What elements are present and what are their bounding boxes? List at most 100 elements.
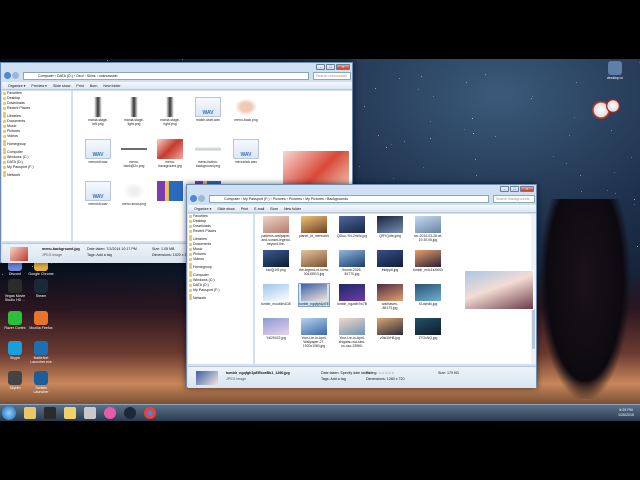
file-item[interactable]: menuclick.wav bbox=[231, 139, 261, 164]
image-file-item[interactable]: wallhaven-88173.jpg bbox=[375, 284, 405, 310]
taskbar-steam-icon[interactable] bbox=[124, 407, 136, 419]
selected-date[interactable]: Date taken: Specify date taken bbox=[321, 371, 370, 376]
desktop-shortcut[interactable]: Skyrim bbox=[2, 371, 28, 390]
desktop-shortcut[interactable]: Razer Cortex bbox=[2, 311, 28, 330]
toolbar-item[interactable]: E-mail bbox=[254, 207, 264, 211]
toolbar-item[interactable]: Print bbox=[241, 207, 248, 211]
toolbar-item[interactable]: New folder bbox=[284, 207, 301, 211]
image-thumbnail bbox=[263, 250, 289, 267]
toolbar-item[interactable]: Preview ▾ bbox=[31, 84, 47, 88]
toolbar-item[interactable]: Organize ▾ bbox=[194, 207, 211, 211]
file-item[interactable]: menu-back.png bbox=[231, 97, 261, 122]
image-file-item[interactable]: Z7GxNQ.jpg bbox=[413, 318, 443, 340]
selected-tags[interactable]: Tags: Add a tag bbox=[87, 253, 112, 258]
file-item[interactable]: menu-back@2x.png bbox=[119, 139, 149, 168]
toolbar-item[interactable]: Burn bbox=[270, 207, 278, 211]
nav-item[interactable]: Network bbox=[188, 296, 253, 301]
file-item[interactable]: menu-snow.png bbox=[119, 181, 149, 206]
shortcut-label: Mozilla Firefox bbox=[29, 326, 53, 330]
image-file-item[interactable]: thkfpp6.jpg bbox=[375, 250, 405, 272]
back-button[interactable] bbox=[4, 72, 11, 79]
file-item[interactable]: mania-stage-left.png bbox=[83, 97, 113, 126]
image-file-item[interactable]: Your-Lie-in-April-shigatsu-wa-kimi-no-us… bbox=[337, 318, 367, 348]
image-file-item[interactable]: scr-2014-03-28-at-19.30.05.jpg bbox=[413, 216, 443, 242]
toolbar-item[interactable]: Slide show bbox=[217, 207, 234, 211]
image-file-item[interactable]: tumblr_ngzafb7w7BZRhbeMbO1_1280.jpg bbox=[337, 284, 367, 306]
forward-button[interactable] bbox=[12, 72, 19, 79]
file-name: menu-button-background.png bbox=[195, 160, 221, 168]
file-item[interactable]: menuhit.wav bbox=[83, 139, 113, 164]
image-file-item[interactable]: z0st1hH8.jpg bbox=[375, 318, 405, 340]
file-item[interactable]: mania-stage-right.png bbox=[155, 97, 185, 126]
address-bar[interactable]: Computer › My Passport (F:) › Pictures ›… bbox=[209, 195, 489, 203]
desktop-shortcut[interactable]: Vegas Movie Studio HD ... bbox=[2, 279, 28, 302]
scrollbar-thumb[interactable] bbox=[532, 309, 535, 349]
desktop-shortcut[interactable]: desktop.ix bbox=[602, 61, 628, 80]
taskbar-app-icon[interactable] bbox=[104, 407, 116, 419]
image-file-item[interactable]: X1dph4ii.jpg bbox=[413, 284, 443, 306]
image-file-item[interactable]: QDuo-YN-2nWz.jpg bbox=[337, 216, 367, 238]
desktop-shortcut[interactable]: BattleNet Launcher.exe bbox=[28, 341, 54, 364]
image-file-item[interactable]: tacQj1r9.png bbox=[261, 250, 291, 272]
gadget-circles[interactable] bbox=[592, 99, 622, 123]
file-item[interactable]: mania-stage-light.png bbox=[119, 97, 149, 126]
navigation-pane[interactable]: Favorites Desktop Downloads Recent Places Li… bbox=[2, 91, 72, 241]
minimize-button[interactable]: - bbox=[316, 64, 325, 70]
maximize-button[interactable]: □ bbox=[326, 64, 335, 70]
image-thumbnail bbox=[339, 216, 365, 233]
selected-tags[interactable]: Tags: Add a tag bbox=[321, 377, 346, 382]
taskbar-tool-icon[interactable] bbox=[84, 407, 96, 419]
toolbar-item[interactable]: Organize ▾ bbox=[8, 84, 25, 88]
close-button[interactable]: × bbox=[520, 186, 534, 192]
start-button[interactable] bbox=[2, 406, 16, 420]
toolbar-item[interactable]: New folder bbox=[103, 84, 120, 88]
file-item[interactable] bbox=[155, 181, 185, 202]
taskbar-explorer-icon[interactable] bbox=[24, 407, 36, 419]
back-button[interactable] bbox=[190, 195, 197, 202]
image-file-item[interactable]: tumblr_ngqfgh1pEEkoeBb1_1280.jpg bbox=[298, 283, 330, 307]
image-file-item[interactable]: planet_of_memories_by_ben_andrew_d4dr5.j… bbox=[299, 216, 329, 238]
shortcut-label: Google Chrome bbox=[28, 272, 54, 276]
image-file-item[interactable]: Ydi29422.jpg bbox=[261, 318, 291, 340]
search-input[interactable]: Search unknowskin bbox=[313, 72, 351, 80]
star bbox=[430, 137, 432, 139]
image-file-item[interactable]: Your-Lie-in-April-Wallpaper-27-1920x1080… bbox=[299, 318, 329, 348]
minimize-button[interactable]: - bbox=[500, 186, 509, 192]
image-file-item[interactable]: the-legend-of-korra-00415913.jpg bbox=[299, 250, 329, 276]
close-button[interactable]: × bbox=[336, 64, 350, 70]
toolbar-item[interactable]: Burn bbox=[90, 84, 98, 88]
taskbar-chrome-icon[interactable] bbox=[144, 407, 156, 419]
desktop-shortcut[interactable]: Mozilla Firefox bbox=[28, 311, 54, 330]
search-input[interactable]: Search Backgrounds bbox=[493, 195, 535, 203]
image-thumbnail bbox=[415, 216, 441, 233]
image-file-item[interactable]: QRYQ4fe.jpeg bbox=[375, 216, 405, 238]
file-item[interactable]: menuhit.wav bbox=[83, 181, 113, 206]
navigation-pane[interactable]: Favorites Desktop Downloads Recent Places Li… bbox=[188, 214, 254, 364]
file-item[interactable]: match-start.wav bbox=[193, 97, 223, 122]
star bbox=[422, 167, 424, 169]
file-name: menuhit.wav bbox=[88, 202, 108, 206]
toolbar-item[interactable]: Print bbox=[76, 84, 83, 88]
address-bar[interactable]: Computer › DATA (D:) › Osu! › Skins › un… bbox=[23, 72, 309, 80]
nav-item[interactable]: Network bbox=[2, 173, 71, 178]
star bbox=[611, 130, 613, 132]
taskbar-terminal-icon[interactable] bbox=[44, 407, 56, 419]
image-file-item[interactable]: thumb-2026-84770.jpg bbox=[337, 250, 367, 276]
desktop-shortcut[interactable]: Steam bbox=[28, 279, 54, 298]
desktop-shortcut[interactable]: Skype bbox=[2, 341, 28, 360]
maximize-button[interactable]: □ bbox=[510, 186, 519, 192]
file-item[interactable]: menu-button-background.png bbox=[193, 139, 223, 168]
file-item[interactable]: menu-background.jpg bbox=[155, 139, 185, 168]
star bbox=[633, 203, 635, 205]
toolbar-item[interactable]: Slide show bbox=[53, 84, 70, 88]
image-file-item[interactable]: tumblr_muu6bh1DEkhoeBb1_1280.png bbox=[261, 284, 291, 306]
image-file-item[interactable]: tumblr_m4c1s2lt0Odeu8bv1_1280.png bbox=[413, 250, 443, 272]
image-file-item[interactable]: patterns-wallpaper-and-sunset-legend-bey… bbox=[261, 216, 291, 246]
star bbox=[484, 73, 486, 75]
system-clock[interactable]: 5:29 PM 1/26/2015 bbox=[618, 408, 634, 418]
taskbar-folder-icon[interactable] bbox=[64, 407, 76, 419]
forward-button[interactable] bbox=[198, 195, 205, 202]
desktop-shortcut[interactable]: Toolkits Launcher bbox=[28, 371, 54, 394]
wallpaper-girl-silhouette bbox=[540, 199, 630, 399]
selected-rating[interactable]: Rating: ☆☆☆☆☆ bbox=[366, 371, 395, 376]
